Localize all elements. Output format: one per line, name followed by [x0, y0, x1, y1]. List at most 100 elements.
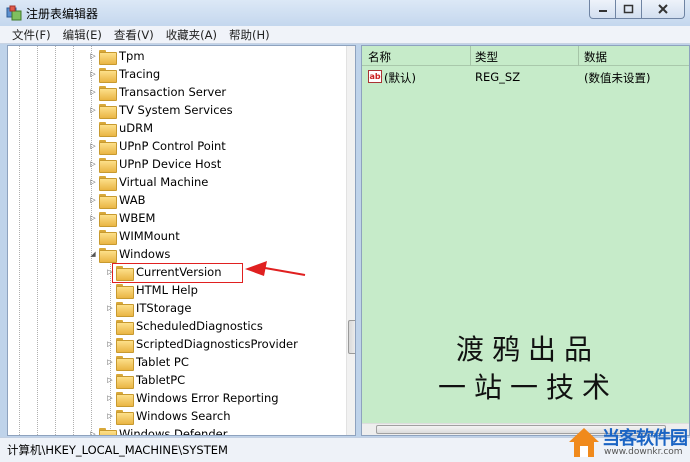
expand-arrow-icon[interactable]: ▷ [88, 52, 98, 60]
tree-guide-line [37, 46, 38, 435]
watermark-url: www.downkr.com [604, 447, 683, 457]
current-version-highlight [112, 263, 243, 283]
expand-arrow-icon[interactable]: ▷ [88, 214, 98, 222]
tree-item-label: TV System Services [119, 103, 233, 117]
folder-icon [116, 283, 134, 299]
tree-item[interactable]: ▷ Tpm [88, 47, 145, 65]
string-value-icon: ab [368, 70, 382, 83]
column-name-header[interactable]: 名称 [368, 49, 391, 65]
menu-favorites[interactable]: 收藏夹(A) [166, 26, 217, 43]
tree-item[interactable]: ◢ Windows [88, 245, 170, 263]
tree-item[interactable]: ▷ Tracing [88, 65, 160, 83]
folder-icon [99, 103, 117, 119]
expand-arrow-icon[interactable]: ▷ [88, 178, 98, 186]
menu-bar: 文件(F) 编辑(E) 查看(V) 收藏夹(A) 帮助(H) [0, 26, 690, 44]
tree-item[interactable]: ▷ UPnP Device Host [88, 155, 221, 173]
expand-arrow-icon[interactable]: ▷ [88, 160, 98, 168]
expand-arrow-icon[interactable]: ▷ [88, 196, 98, 204]
tree-item-label: UPnP Control Point [119, 139, 226, 153]
expand-arrow-icon[interactable]: ▷ [105, 412, 115, 420]
status-path: 计算机\HKEY_LOCAL_MACHINE\SYSTEM [7, 443, 228, 457]
calligraphy-credit: 渡鸦出品 [456, 333, 601, 366]
tree-item[interactable]: ▷ ScriptedDiagnosticsProvider [105, 335, 298, 353]
tree-item[interactable]: ▷ TabletPC [105, 371, 185, 389]
tree-item[interactable]: ▷ WBEM [88, 209, 155, 227]
window-title: 注册表编辑器 [26, 7, 99, 21]
column-type-header[interactable]: 类型 [475, 49, 498, 65]
column-divider[interactable] [578, 46, 579, 66]
tree-item[interactable]: ▷ Virtual Machine [88, 173, 208, 191]
expand-arrow-icon[interactable]: ▷ [105, 358, 115, 366]
tree-item[interactable]: ▷ Tablet PC [105, 353, 189, 371]
list-header: 名称 类型 数据 [362, 46, 689, 66]
restore-icon [623, 4, 634, 14]
tree-item[interactable]: WIMMount [88, 227, 180, 245]
tree-item-label: Tracing [119, 67, 161, 81]
tree-item-label: Transaction Server [119, 85, 227, 99]
tree-item-label: Windows Defender [119, 427, 228, 436]
tree-item-label: Virtual Machine [119, 175, 209, 189]
folder-icon [99, 139, 117, 155]
close-icon [658, 4, 668, 14]
tree-guide-line [19, 46, 20, 435]
tree-item[interactable]: ▷ Windows Search [105, 407, 231, 425]
tree-item-label: ScriptedDiagnosticsProvider [136, 337, 298, 351]
key-tree-pane[interactable]: ▷ Tpm ▷ Tracing ▷ Transaction Server ▷ TV Syste… [7, 45, 356, 436]
tree-guide-line [73, 46, 74, 435]
tree-item-label: ScheduledDiagnostics [136, 319, 263, 333]
value-list-pane[interactable]: 名称 类型 数据 ab (默认) REG_SZ (数值未设置) 渡鸦出品 一站一… [361, 45, 690, 436]
folder-icon [99, 247, 117, 263]
tree-item[interactable]: ScheduledDiagnostics [105, 317, 263, 335]
expand-arrow-icon[interactable]: ▷ [105, 394, 115, 402]
folder-icon [116, 391, 134, 407]
close-button[interactable] [641, 0, 685, 19]
expand-arrow-icon[interactable]: ▷ [88, 430, 98, 435]
expand-arrow-icon[interactable]: ▷ [105, 304, 115, 312]
column-divider[interactable] [470, 46, 471, 66]
tree-item-label: ITStorage [136, 301, 192, 315]
expand-arrow-icon[interactable]: ▷ [88, 88, 98, 96]
tree-guide-line [55, 46, 56, 435]
folder-icon [99, 85, 117, 101]
expand-arrow-icon[interactable]: ▷ [105, 340, 115, 348]
column-data-header[interactable]: 数据 [584, 49, 607, 65]
tree-item[interactable]: ▷ WAB [88, 191, 146, 209]
menu-help[interactable]: 帮助(H) [229, 26, 270, 43]
folder-icon [99, 121, 117, 137]
tree-item[interactable]: ▷ Windows Defender [88, 425, 228, 436]
tree-item-label: Windows Search [136, 409, 231, 423]
tree-item[interactable]: ▷ Windows Error Reporting [105, 389, 279, 407]
tree-item-label: uDRM [119, 121, 154, 135]
expand-arrow-icon[interactable]: ▷ [88, 70, 98, 78]
expand-arrow-icon[interactable]: ▷ [88, 142, 98, 150]
maximize-button[interactable] [615, 0, 642, 19]
tree-item-label: Windows Error Reporting [136, 391, 279, 405]
folder-icon [116, 319, 134, 335]
folder-icon [116, 301, 134, 317]
tree-item-label: HTML Help [136, 283, 198, 297]
registry-editor-window: 注册表编辑器 文件(F) 编辑(E) 查看(V) 收藏夹(A) 帮助(H) ▷ T… [0, 0, 690, 462]
expand-arrow-icon[interactable]: ▷ [88, 106, 98, 114]
tree-item[interactable]: ▷ TV System Services [88, 101, 233, 119]
tree-vertical-scrollbar[interactable] [346, 46, 355, 435]
tree-item[interactable]: HTML Help [105, 281, 198, 299]
tree-item-label: WAB [119, 193, 146, 207]
tree-item[interactable]: ▷ UPnP Control Point [88, 137, 226, 155]
value-type[interactable]: REG_SZ [475, 70, 520, 84]
menu-edit[interactable]: 编辑(E) [63, 26, 102, 43]
tree-scroll-thumb[interactable] [348, 320, 355, 354]
value-data[interactable]: (数值未设置) [584, 70, 650, 86]
tree-item[interactable]: ▷ ITStorage [105, 299, 191, 317]
menu-view[interactable]: 查看(V) [114, 26, 154, 43]
tree-item[interactable]: ▷ Transaction Server [88, 83, 226, 101]
minimize-button[interactable] [589, 0, 616, 19]
minimize-icon [598, 10, 607, 12]
tree-item[interactable]: uDRM [88, 119, 153, 137]
tree-item-label: Tablet PC [136, 355, 189, 369]
menu-file[interactable]: 文件(F) [12, 26, 51, 43]
collapse-arrow-icon[interactable]: ◢ [88, 250, 98, 258]
value-name[interactable]: (默认) [384, 70, 416, 86]
tree-item-label: Tpm [119, 49, 145, 63]
tree-item-label: Windows [119, 247, 171, 261]
expand-arrow-icon[interactable]: ▷ [105, 376, 115, 384]
